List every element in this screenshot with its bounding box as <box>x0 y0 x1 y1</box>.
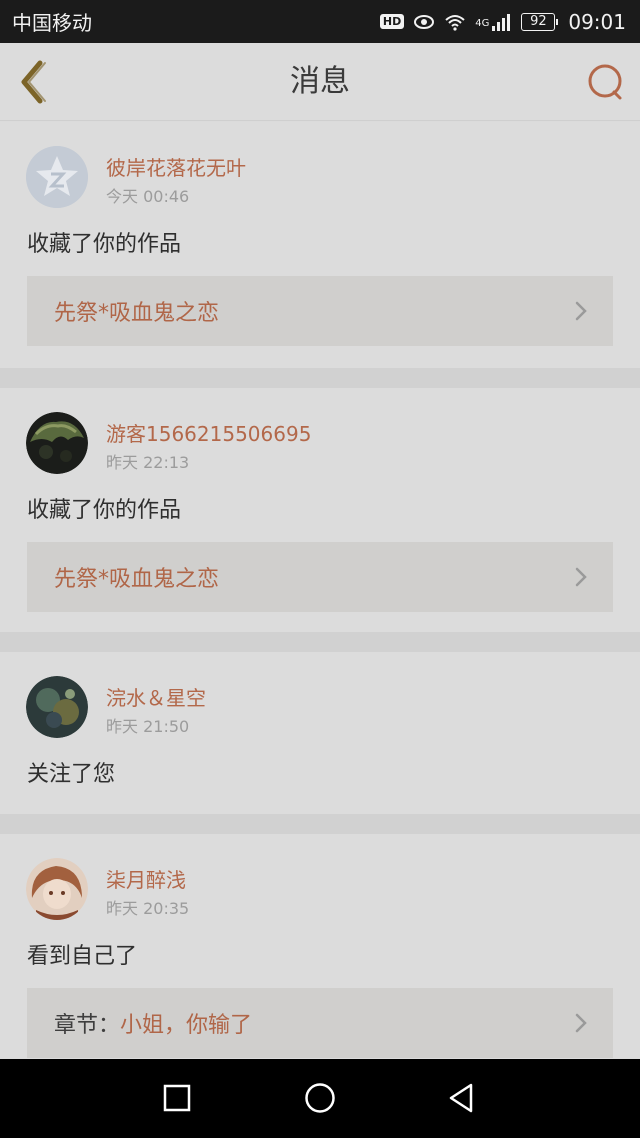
wifi-icon <box>445 14 465 31</box>
message-time: 昨天 21:50 <box>106 717 190 736</box>
eye-icon <box>414 14 435 29</box>
user-name[interactable]: 浣水＆星空 <box>106 682 206 711</box>
user-avatar-image <box>26 676 88 738</box>
work-link[interactable]: 先祭*吸血鬼之恋 <box>27 276 613 346</box>
user-avatar-image <box>26 858 88 920</box>
message-text: 关注了您 <box>27 762 116 787</box>
divider <box>0 632 640 652</box>
message-text: 收藏了你的作品 <box>27 232 182 257</box>
message-time: 今天 00:46 <box>106 187 190 206</box>
battery-indicator: 92 <box>521 12 559 31</box>
user-avatar-image <box>26 412 88 474</box>
avatar[interactable] <box>26 676 88 738</box>
message-time: 昨天 20:35 <box>106 899 190 918</box>
signal-icon <box>492 13 511 31</box>
hd-badge: HD <box>379 14 405 29</box>
carrier-name: 中国移动 <box>12 11 92 35</box>
page-title: 消息 <box>290 64 350 99</box>
divider <box>0 814 640 834</box>
message-text: 看到自己了 <box>27 944 138 969</box>
system-nav-bar <box>0 1059 640 1138</box>
message-time: 昨天 22:13 <box>106 453 190 472</box>
chapter-title: 小姐，你输了 <box>120 1013 253 1038</box>
message-item[interactable]: 游客1566215506695 昨天 22:13 收藏了你的作品 先祭*吸血鬼之… <box>0 388 640 632</box>
message-text: 收藏了你的作品 <box>27 498 182 523</box>
triangle-back-icon[interactable] <box>441 1077 483 1119</box>
message-item[interactable]: 彼岸花落花无叶 今天 00:46 收藏了你的作品 先祭*吸血鬼之恋 <box>0 122 640 368</box>
work-title: 先祭*吸血鬼之恋 <box>54 567 220 592</box>
work-title: 先祭*吸血鬼之恋 <box>54 301 220 326</box>
default-avatar-icon <box>26 146 88 208</box>
user-name[interactable]: 彼岸花落花无叶 <box>106 152 246 181</box>
message-item[interactable]: 柒月醉浅 昨天 20:35 看到自己了 章节： 小姐，你输了 <box>0 834 640 1080</box>
app-header: 消息 <box>0 43 640 121</box>
clock: 09:01 <box>568 9 626 34</box>
divider <box>0 368 640 388</box>
status-bar: 中国移动 HD 4G 92 09:01 <box>0 0 640 43</box>
user-name[interactable]: 柒月醉浅 <box>106 864 186 893</box>
message-item[interactable]: 浣水＆星空 昨天 21:50 关注了您 <box>0 652 640 814</box>
avatar[interactable] <box>26 412 88 474</box>
square-icon[interactable] <box>156 1077 198 1119</box>
work-link[interactable]: 先祭*吸血鬼之恋 <box>27 542 613 612</box>
chapter-link[interactable]: 章节： 小姐，你输了 <box>27 988 613 1058</box>
circle-icon[interactable] <box>299 1077 341 1119</box>
user-name[interactable]: 游客1566215506695 <box>106 418 311 447</box>
status-icons: HD 4G 92 09:01 <box>379 9 626 34</box>
search-icon[interactable] <box>586 62 626 102</box>
avatar[interactable] <box>26 858 88 920</box>
message-list: 彼岸花落花无叶 今天 00:46 收藏了你的作品 先祭*吸血鬼之恋 游客1566… <box>0 122 640 1080</box>
chevron-right-icon <box>575 1013 587 1033</box>
back-arrow-icon[interactable] <box>14 59 54 105</box>
network-type: 4G <box>475 17 490 29</box>
chevron-right-icon <box>575 567 587 587</box>
chevron-right-icon <box>575 301 587 321</box>
chapter-prefix: 章节： <box>54 1013 121 1038</box>
avatar[interactable] <box>26 146 88 208</box>
